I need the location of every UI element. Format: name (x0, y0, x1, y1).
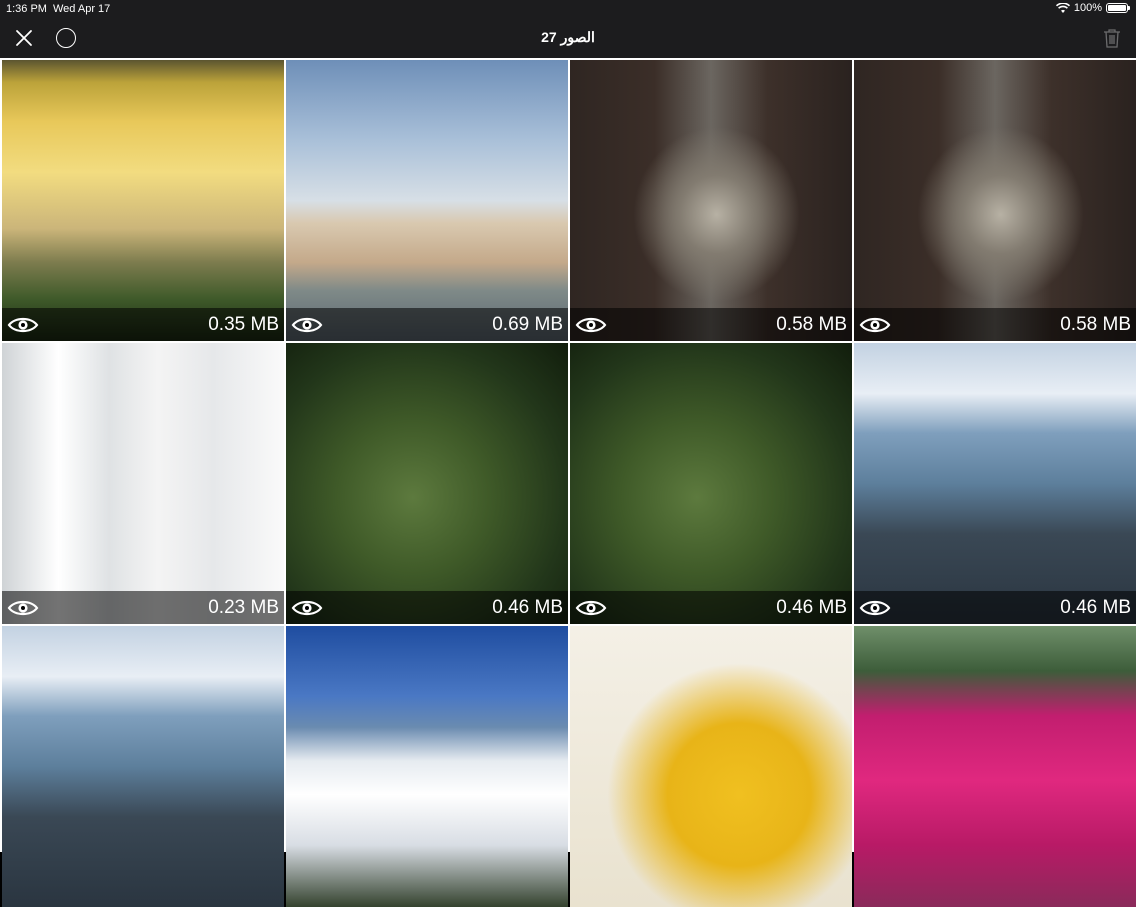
photo-rocky-shore-1[interactable]: 0.46 MB (854, 343, 1136, 624)
photo-bridge-street-1-image (570, 60, 852, 341)
file-size: 0.35 MB (208, 313, 279, 335)
status-time: 1:36 PM (6, 3, 47, 15)
page-title: الصور 27 (541, 29, 595, 45)
photo-yellow-flower[interactable] (570, 626, 852, 907)
eye-icon (575, 317, 607, 332)
preview-button[interactable] (7, 598, 39, 618)
eye-icon (859, 600, 891, 615)
preview-button[interactable] (575, 315, 607, 335)
photo-sunset-hills-image (2, 60, 284, 341)
photo-yellow-flower-image (570, 626, 852, 907)
photo-parliament-image (286, 60, 568, 341)
photo-leaf-2[interactable]: 0.46 MB (570, 343, 852, 624)
photo-info-bar: 0.69 MB (286, 308, 568, 341)
photo-grid: 0.35 MB 0.69 MB 0.58 MB 0.58 MB 0.23 MB … (0, 58, 1136, 907)
photo-leaf-1[interactable]: 0.46 MB (286, 343, 568, 624)
battery-percent: 100% (1073, 2, 1102, 14)
photo-info-bar: 0.58 MB (570, 308, 852, 341)
preview-button[interactable] (7, 315, 39, 335)
wifi-icon (1055, 2, 1070, 13)
photo-info-bar: 0.23 MB (2, 591, 284, 624)
photo-info-bar: 0.35 MB (2, 308, 284, 341)
photo-bridge-street-1[interactable]: 0.58 MB (570, 60, 852, 341)
navigation-bar: الصور 27 (0, 18, 1136, 58)
file-size: 0.46 MB (776, 596, 847, 618)
file-size: 0.46 MB (1060, 596, 1131, 618)
file-size: 0.58 MB (1060, 313, 1131, 335)
eye-icon (7, 600, 39, 615)
photo-info-bar: 0.46 MB (570, 591, 852, 624)
file-size: 0.69 MB (492, 313, 563, 335)
photo-sunset-hills[interactable]: 0.35 MB (2, 60, 284, 341)
photo-leaf-2-image (570, 343, 852, 624)
battery-icon (1106, 3, 1130, 13)
photo-parliament[interactable]: 0.69 MB (286, 60, 568, 341)
photo-woman-train[interactable]: 0.23 MB (2, 343, 284, 624)
preview-button[interactable] (859, 315, 891, 335)
photo-bridge-street-2[interactable]: 0.58 MB (854, 60, 1136, 341)
status-bar: 1:36 PM Wed Apr 17 100% (0, 0, 1136, 18)
photo-rocky-shore-2-image (2, 626, 284, 907)
photo-info-bar: 0.46 MB (286, 591, 568, 624)
preview-button[interactable] (291, 315, 323, 335)
status-right: 100% (1055, 2, 1130, 14)
photo-woman-train-image (2, 343, 284, 624)
eye-icon (575, 600, 607, 615)
photo-info-bar: 0.46 MB (854, 591, 1136, 624)
photo-mountain-clouds[interactable] (286, 626, 568, 907)
photo-bridge-street-2-image (854, 60, 1136, 341)
preview-button[interactable] (575, 598, 607, 618)
delete-button[interactable] (1100, 26, 1124, 50)
file-size: 0.23 MB (208, 596, 279, 618)
preview-button[interactable] (291, 598, 323, 618)
status-date: Wed Apr 17 (53, 3, 111, 15)
photo-mountain-clouds-image (286, 626, 568, 907)
photo-pink-flowers[interactable] (854, 626, 1136, 907)
file-size: 0.58 MB (776, 313, 847, 335)
eye-icon (859, 317, 891, 332)
eye-icon (7, 317, 39, 332)
photo-rocky-shore-1-image (854, 343, 1136, 624)
photo-leaf-1-image (286, 343, 568, 624)
trash-icon (1104, 29, 1120, 48)
eye-icon (291, 317, 323, 332)
photo-info-bar: 0.58 MB (854, 308, 1136, 341)
eye-icon (291, 600, 323, 615)
photo-pink-flowers-image (854, 626, 1136, 907)
file-size: 0.46 MB (492, 596, 563, 618)
preview-button[interactable] (859, 598, 891, 618)
photo-rocky-shore-2[interactable] (2, 626, 284, 907)
